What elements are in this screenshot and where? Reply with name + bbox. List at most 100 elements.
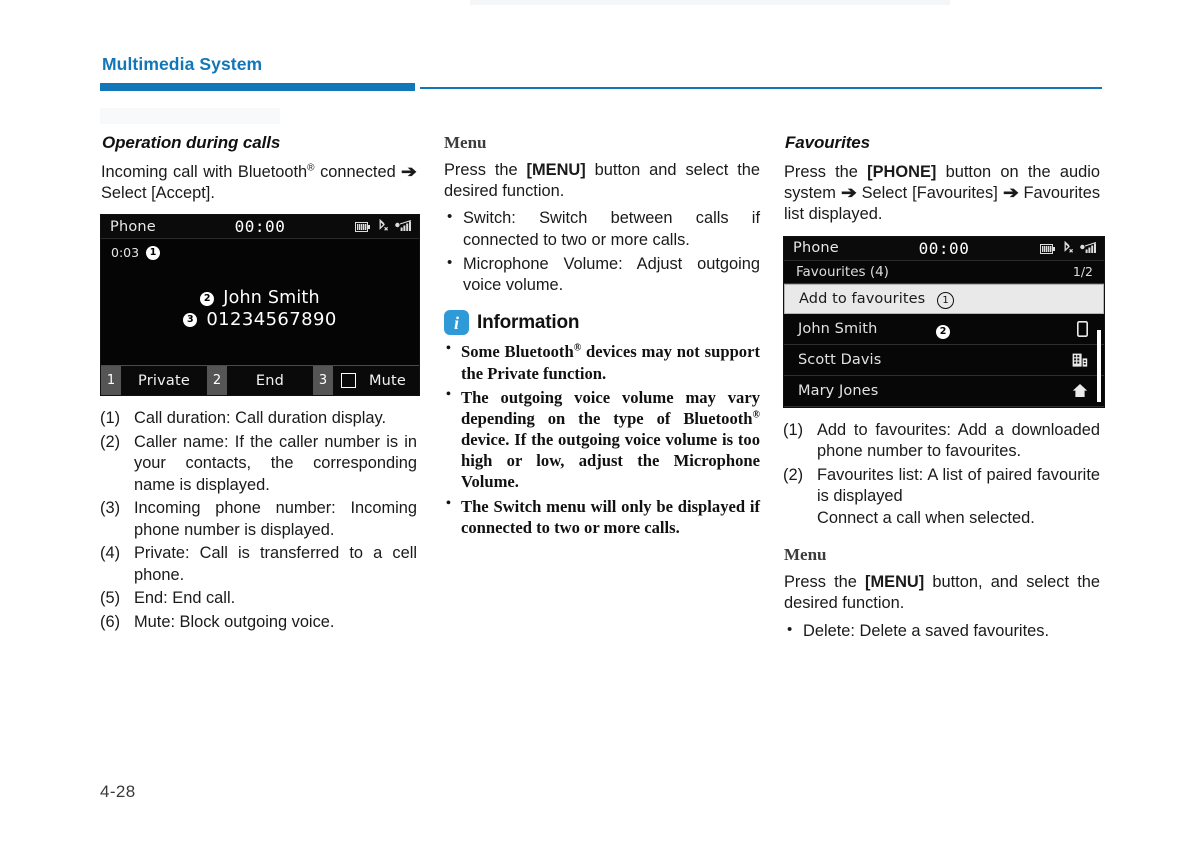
column-right: Favourites Press the [PHONE] button on t… (783, 133, 1105, 645)
legend-text: Favourites list: A list of paired favour… (817, 465, 1100, 506)
softkey-number-1: 1 (101, 366, 121, 396)
column-middle: Menu Press the [MENU] button and select … (443, 133, 760, 541)
callout-badge-2: 2 (200, 291, 215, 306)
legend-marker: (5) (100, 589, 121, 608)
row-label: John Smith (798, 320, 878, 337)
caller-number: 01234567890 (206, 309, 337, 331)
legend-text: End: End call. (134, 589, 236, 608)
list-item: (2) Caller name: If the caller number is … (100, 432, 417, 496)
list-item: Delete: Delete a saved favourites. (783, 620, 1100, 642)
legend-marker: (3) (100, 499, 121, 518)
info-text-pre: The Switch menu will only be displayed i… (461, 496, 760, 537)
menu-text-a: Press the (784, 573, 866, 592)
status-icons (1040, 239, 1097, 258)
caller-number-row: 3 01234567890 (101, 309, 419, 330)
list-item: Switch: Switch between calls if connecte… (443, 207, 760, 250)
favourites-row-john-smith[interactable]: John Smith 2 (784, 313, 1104, 345)
bluetooth-disconnected-icon (376, 217, 389, 236)
intro-text-c: Select [Accept]. (101, 184, 215, 203)
favourites-screen[interactable]: Phone 00:00 Favourites (4) 1/2 Add to fa… (783, 235, 1105, 408)
subsection-title-menu: Menu (444, 133, 487, 152)
menu-instruction-paragraph: Press the [MENU] button and select the d… (444, 160, 760, 202)
registered-mark: ® (307, 162, 315, 174)
callout-badge-2: 2 (936, 324, 950, 339)
scan-artifact-top (470, 0, 950, 5)
information-heading: i Information (444, 310, 760, 336)
home-icon (1072, 383, 1088, 398)
screen-status-bar: Phone 00:00 (784, 236, 1104, 261)
information-title: Information (477, 311, 580, 333)
arrow-icon: ➔ (1002, 184, 1019, 203)
fav-text-a: Press the (784, 163, 868, 181)
info-text-post: device. If the outgoing voice volume is … (461, 430, 760, 492)
scan-artifact-left (100, 108, 280, 124)
battery-icon (1040, 239, 1055, 258)
list-item: (1) Add to favourites: Add a downloaded p… (783, 420, 1100, 463)
screen-status-bar: Phone 00:00 (101, 215, 419, 240)
legend-text: Private: Call is transferred to a cell p… (134, 544, 417, 584)
softkey-bar: 1 Private 2 End 3 Mute (101, 365, 419, 396)
signal-icon (1080, 239, 1097, 258)
softkey-private[interactable]: 1 Private (101, 366, 207, 396)
favourites-subheader: Favourites (4) 1/2 (784, 260, 1104, 284)
legend-text: Incoming phone number: Incoming phone nu… (134, 499, 417, 539)
caller-name-row: 2 John Smith (101, 288, 419, 309)
row-label: Scott Davis (798, 351, 882, 368)
favourites-count-label: Favourites (4) (796, 263, 889, 280)
phone-button-label: [PHONE] (867, 163, 937, 181)
list-item: (4) Private: Call is transferred to a cel… (100, 543, 417, 586)
office-icon (1072, 352, 1088, 368)
list-item: The Switch menu will only be displayed i… (443, 494, 760, 538)
intro-text-b: connected (314, 163, 402, 181)
figure-favourites-screen: Phone 00:00 Favourites (4) 1/2 Add to fa… (783, 235, 1105, 408)
call-center-info: 2 John Smith 3 01234567890 (101, 288, 419, 330)
legend-text: Call duration: Call duration display. (134, 409, 387, 428)
operation-intro-paragraph: Incoming call with Bluetooth® connected … (101, 162, 417, 204)
registered-mark: ® (752, 409, 760, 421)
legend-text: Mute: Block outgoing voice. (134, 612, 335, 631)
row-label: Mary Jones (798, 382, 879, 399)
callout-badge-1: 1 (937, 292, 954, 310)
softkey-end[interactable]: 2 End (207, 366, 313, 396)
legend-marker: (6) (100, 612, 121, 631)
softkey-number-3: 3 (313, 366, 333, 396)
call-screen[interactable]: Phone 00:00 0:03 1 2 John Smith 3 012345… (100, 214, 420, 397)
list-item: (1) Call duration: Call duration display. (100, 408, 417, 429)
row-label: Add to favourites (799, 290, 926, 307)
menu-button-label: [MENU] (526, 161, 586, 179)
legend-text-continued: Connect a call when selected. (817, 508, 1035, 527)
favourites-page-indicator: 1/2 (1072, 264, 1093, 280)
info-text-pre: Some Bluetooth (461, 342, 574, 362)
softkey-mute[interactable]: 3 Mute (313, 366, 419, 396)
subsection-title-menu: Menu (784, 545, 827, 565)
scrollbar-thumb[interactable] (1097, 329, 1101, 402)
favourites-intro-paragraph: Press the [PHONE] button on the audio sy… (784, 162, 1100, 226)
signal-icon (395, 217, 412, 236)
menu-button-label: [MENU] (865, 573, 925, 592)
mute-checkbox[interactable] (341, 373, 356, 389)
legend-marker: (2) (783, 465, 804, 484)
softkey-label-end: End (255, 372, 285, 389)
list-item: (5) End: End call. (100, 588, 417, 609)
call-screen-legend-list: (1) Call duration: Call duration display.… (100, 408, 417, 633)
callout-badge-3: 3 (183, 312, 198, 327)
battery-icon (355, 217, 370, 236)
favourites-row-mary-jones[interactable]: Mary Jones (784, 375, 1104, 407)
call-duration-area: 0:03 1 (111, 245, 161, 261)
bluetooth-disconnected-icon (1061, 239, 1074, 258)
mobile-icon (1077, 320, 1088, 337)
list-item: Some Bluetooth® devices may not support … (443, 340, 760, 383)
legend-marker: (2) (100, 432, 121, 451)
header-rule-thick (100, 83, 415, 91)
intro-text-a: Incoming call with Bluetooth (101, 163, 308, 181)
section-title-operation-during-calls: Operation during calls (102, 133, 281, 152)
arrow-icon: ➔ (401, 163, 418, 181)
caller-name: John Smith (223, 288, 320, 309)
info-icon: i (444, 310, 469, 336)
favourites-row-add-to-favourites[interactable]: Add to favourites 1 (784, 283, 1104, 314)
favourites-row-scott-davis[interactable]: Scott Davis (784, 344, 1104, 376)
arrow-icon: ➔ (840, 184, 857, 203)
menu-text-a: Press the (444, 161, 527, 179)
call-duration-value: 0:03 (111, 245, 140, 261)
favourites-menu-instruction: Press the [MENU] button, and select the … (784, 572, 1100, 614)
